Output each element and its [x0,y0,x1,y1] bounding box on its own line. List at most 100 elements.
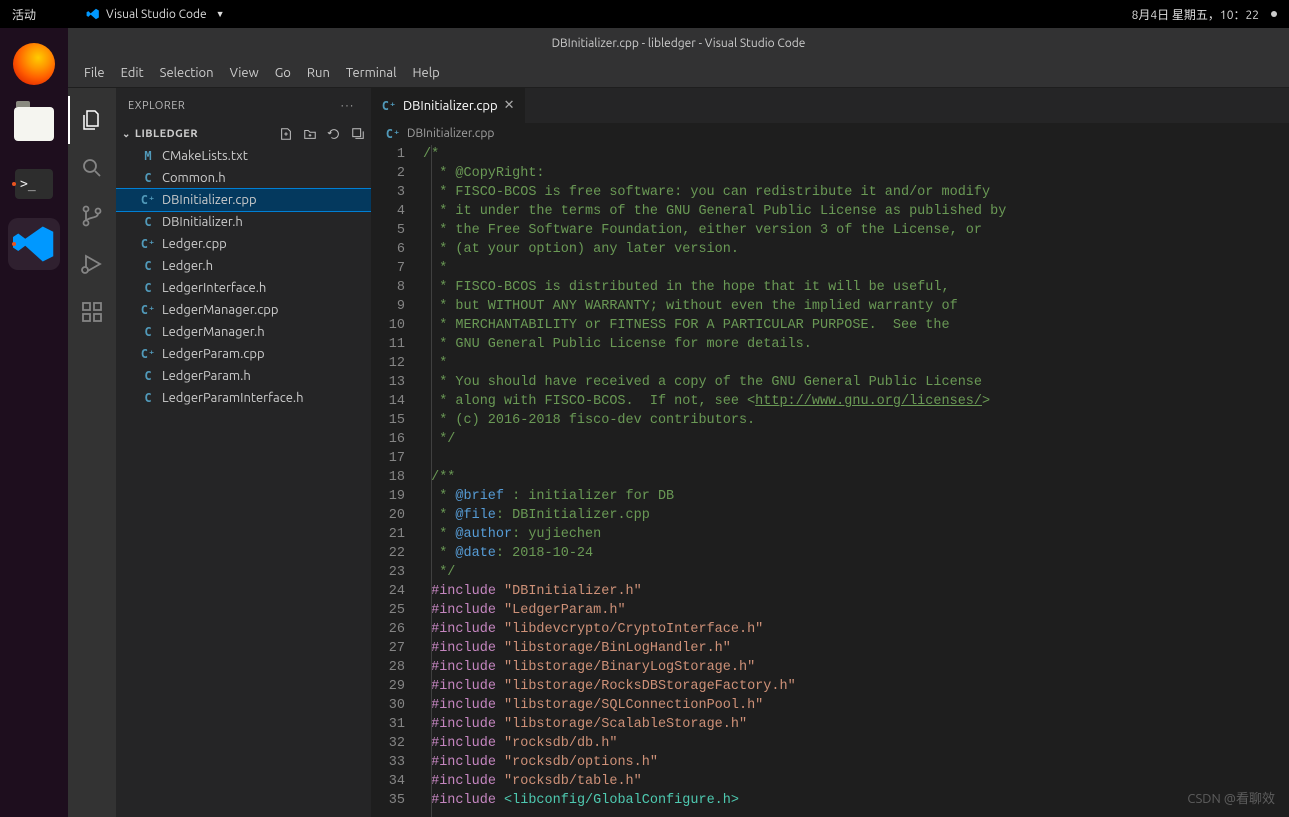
code-line[interactable]: * (at your option) any later version. [423,240,1289,259]
file-row[interactable]: C⁺Ledger.cpp [116,233,371,255]
activity-scm[interactable] [68,192,116,240]
file-row[interactable]: CLedgerManager.h [116,321,371,343]
activity-extensions[interactable] [68,288,116,336]
activity-debug[interactable] [68,240,116,288]
menu-view[interactable]: View [222,62,267,84]
file-row[interactable]: C⁺LedgerParam.cpp [116,343,371,365]
code-line[interactable]: * @date: 2018-10-24 [423,544,1289,563]
collapse-icon[interactable] [351,127,365,141]
code-line[interactable]: #include "libstorage/BinLogHandler.h" [423,639,1289,658]
new-folder-icon[interactable] [303,127,317,141]
firefox-icon [13,43,55,85]
menu-edit[interactable]: Edit [113,62,152,84]
file-type-icon: C [140,391,156,405]
code-content[interactable]: /* * @CopyRight: * FISCO-BCOS is free so… [419,145,1289,817]
menu-file[interactable]: File [76,62,113,84]
file-row[interactable]: CLedger.h [116,255,371,277]
line-number: 17 [371,449,405,468]
code-line[interactable]: * @brief : initializer for DB [423,487,1289,506]
code-line[interactable]: /* [423,145,1289,164]
code-area[interactable]: 1234567891011121314151617181920212223242… [371,145,1289,817]
menu-go[interactable]: Go [267,62,299,84]
code-line[interactable]: #include "libstorage/SQLConnectionPool.h… [423,696,1289,715]
code-line[interactable]: * @file: DBInitializer.cpp [423,506,1289,525]
activity-search[interactable] [68,144,116,192]
file-row[interactable]: CLedgerParam.h [116,365,371,387]
file-name: Ledger.h [162,259,213,273]
code-line[interactable]: #include "DBInitializer.h" [423,582,1289,601]
code-line[interactable]: * FISCO-BCOS is distributed in the hope … [423,278,1289,297]
code-line[interactable] [423,449,1289,468]
launcher-firefox[interactable] [8,38,60,90]
close-icon[interactable]: ✕ [504,98,515,113]
code-line[interactable]: * it under the terms of the GNU General … [423,202,1289,221]
menu-selection[interactable]: Selection [152,62,222,84]
explorer-title: EXPLORER [128,100,185,112]
code-line[interactable]: #include "libstorage/RocksDBStorageFacto… [423,677,1289,696]
line-number: 27 [371,639,405,658]
menu-help[interactable]: Help [404,62,447,84]
code-line[interactable]: * [423,259,1289,278]
code-line[interactable]: * @CopyRight: [423,164,1289,183]
file-row[interactable]: C⁺LedgerManager.cpp [116,299,371,321]
line-number: 10 [371,316,405,335]
launcher-files[interactable] [8,98,60,150]
watermark: CSDN @看聊效 [1187,788,1275,807]
launcher-vscode[interactable] [8,218,60,270]
line-number: 2 [371,164,405,183]
activity-explorer[interactable] [68,96,116,144]
activities-button[interactable]: 活动 [12,6,36,23]
code-line[interactable]: #include "LedgerParam.h" [423,601,1289,620]
chevron-down-icon: ▼ [216,9,225,19]
line-number: 33 [371,753,405,772]
code-line[interactable]: */ [423,430,1289,449]
editor: C⁺ DBInitializer.cpp ✕ C⁺ DBInitializer.… [371,88,1289,817]
code-line[interactable]: #include <libconfig/GlobalConfigure.h> [423,791,1289,810]
code-line[interactable]: */ [423,563,1289,582]
folder-label: LIBLEDGER [135,128,198,140]
code-line[interactable]: #include "libdevcrypto/CryptoInterface.h… [423,620,1289,639]
code-line[interactable]: #include "libstorage/BinaryLogStorage.h" [423,658,1289,677]
code-line[interactable]: * the Free Software Foundation, either v… [423,221,1289,240]
code-line[interactable]: * @author: yujiechen [423,525,1289,544]
line-number: 1 [371,145,405,164]
file-row[interactable]: CLedgerInterface.h [116,277,371,299]
code-line[interactable]: * FISCO-BCOS is free software: you can r… [423,183,1289,202]
new-file-icon[interactable] [279,127,293,141]
activity-bar [68,88,116,817]
menu-terminal[interactable]: Terminal [338,62,405,84]
code-line[interactable]: * MERCHANTABILITY or FITNESS FOR A PARTI… [423,316,1289,335]
terminal-icon: >_ [15,169,53,199]
code-line[interactable]: #include "rocksdb/db.h" [423,734,1289,753]
code-line[interactable]: * (c) 2016-2018 fisco-dev contributors. [423,411,1289,430]
menu-run[interactable]: Run [299,62,338,84]
file-row[interactable]: MCMakeLists.txt [116,145,371,167]
code-line[interactable]: #include "rocksdb/options.h" [423,753,1289,772]
file-row[interactable]: C⁺DBInitializer.cpp [116,189,371,211]
code-line[interactable]: * along with FISCO-BCOS. If not, see <ht… [423,392,1289,411]
code-line[interactable]: #include "rocksdb/table.h" [423,772,1289,791]
code-line[interactable]: * but WITHOUT ANY WARRANTY; without even… [423,297,1289,316]
file-row[interactable]: CDBInitializer.h [116,211,371,233]
tab-dbinitializer[interactable]: C⁺ DBInitializer.cpp ✕ [371,88,526,123]
search-icon [80,156,104,180]
breadcrumb[interactable]: C⁺ DBInitializer.cpp [371,123,1289,145]
launcher-terminal[interactable]: >_ [8,158,60,210]
file-name: LedgerManager.cpp [162,303,278,317]
code-line[interactable]: * GNU General Public License for more de… [423,335,1289,354]
extensions-icon [80,300,104,324]
code-line[interactable]: * [423,354,1289,373]
file-type-icon: C [140,369,156,383]
code-line[interactable]: /** [423,468,1289,487]
code-line[interactable]: #include "libstorage/ScalableStorage.h" [423,715,1289,734]
file-row[interactable]: CLedgerParamInterface.h [116,387,371,409]
gnome-topbar: 活动 Visual Studio Code ▼ 8月4日 星期五，10：22 [0,0,1289,28]
clock[interactable]: 8月4日 星期五，10：22 [1132,6,1259,23]
more-actions-icon[interactable]: ··· [337,100,359,112]
refresh-icon[interactable] [327,127,341,141]
folder-header[interactable]: ⌄ LIBLEDGER [116,123,371,145]
app-menu[interactable]: Visual Studio Code ▼ [86,7,225,21]
code-line[interactable]: * You should have received a copy of the… [423,373,1289,392]
line-number: 16 [371,430,405,449]
file-row[interactable]: CCommon.h [116,167,371,189]
